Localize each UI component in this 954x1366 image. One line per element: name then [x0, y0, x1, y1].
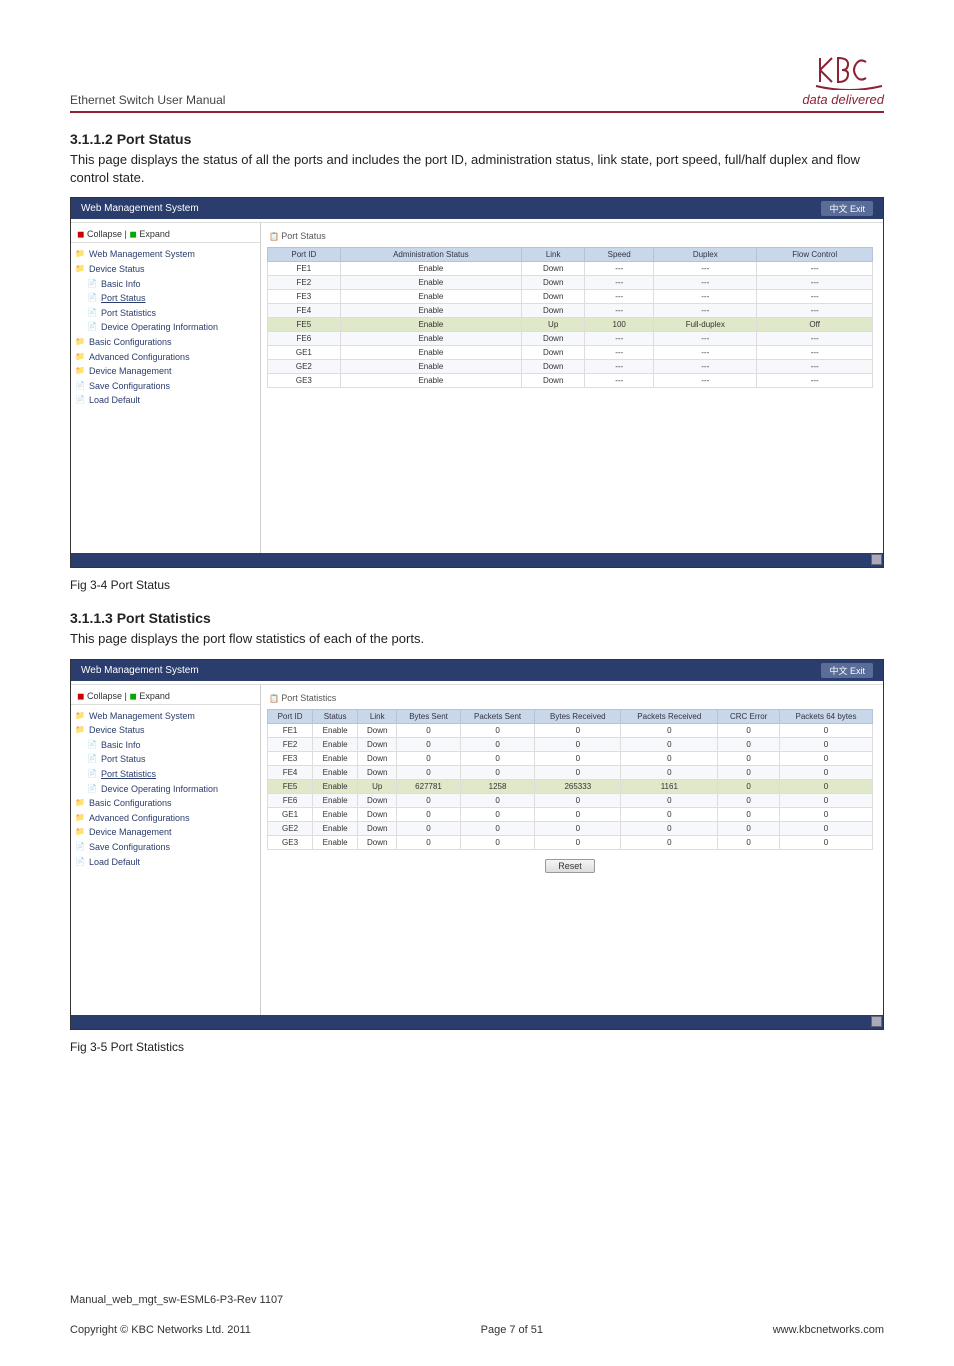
tree-basic-conf[interactable]: Basic Configurations: [75, 796, 256, 811]
collapse-expand-bar[interactable]: ◼ Collapse | ◼ Expand: [71, 227, 260, 243]
tree-save-conf[interactable]: Save Configurations: [75, 840, 256, 855]
tree-port-statistics[interactable]: Port Statistics: [75, 306, 256, 321]
table-row: FE3EnableDown000000: [268, 751, 873, 765]
table-row: FE1EnableDown000000: [268, 723, 873, 737]
port-statistics-table: Port IDStatusLinkBytes SentPackets SentB…: [267, 709, 873, 850]
logo-tagline: data delivered: [802, 92, 884, 107]
table-row: GE2EnableDown000000: [268, 821, 873, 835]
table-header: Speed: [585, 248, 654, 262]
tree-save-conf[interactable]: Save Configurations: [75, 379, 256, 394]
table-header: Flow Control: [757, 248, 873, 262]
tree-device-mgmt[interactable]: Device Management: [75, 364, 256, 379]
table-row: GE3EnableDown000000: [268, 835, 873, 849]
app-title: Web Management System: [81, 203, 199, 214]
table-row: FE6EnableDown000000: [268, 793, 873, 807]
table-header: Administration Status: [340, 248, 521, 262]
table-header: Link: [522, 248, 585, 262]
panel-title: Port Status: [267, 229, 873, 247]
fig-caption-2: Fig 3-5 Port Statistics: [70, 1040, 884, 1054]
sidebar: ◼ Collapse | ◼ Expand Web Management Sys…: [71, 223, 261, 553]
screenshot-port-status: Web Management System 中文 Exit ◼ Collapse…: [70, 197, 884, 568]
tree-device-mgmt[interactable]: Device Management: [75, 825, 256, 840]
table-row: FE4EnableDown000000: [268, 765, 873, 779]
page-footer: Manual_web_mgt_sw-ESML6-P3-Rev 1107 Copy…: [70, 1294, 884, 1336]
section-text-port-status: This page displays the status of all the…: [70, 151, 884, 187]
collapse-expand-bar[interactable]: ◼ Collapse | ◼ Expand: [71, 689, 260, 705]
tree-adv-conf[interactable]: Advanced Configurations: [75, 350, 256, 365]
table-header: Port ID: [268, 709, 313, 723]
table-header: Link: [358, 709, 397, 723]
table-row: FE5EnableUp6277811258265333116100: [268, 779, 873, 793]
exit-button[interactable]: 中文 Exit: [821, 663, 873, 678]
reset-button[interactable]: Reset: [545, 859, 595, 873]
screenshot-footer-bar: [71, 1015, 883, 1029]
tree-basic-info[interactable]: Basic Info: [75, 738, 256, 753]
table-header: Port ID: [268, 248, 341, 262]
tree-root[interactable]: Web Management System: [75, 709, 256, 724]
table-row: FE1EnableDown---------: [268, 262, 873, 276]
tree-port-status[interactable]: Port Status: [75, 291, 256, 306]
footer-page-number: Page 7 of 51: [481, 1324, 543, 1336]
manual-title: Ethernet Switch User Manual: [70, 93, 225, 107]
app-title: Web Management System: [81, 665, 199, 676]
table-header: CRC Error: [718, 709, 780, 723]
table-row: FE5EnableUp100Full-duplexOff: [268, 318, 873, 332]
tree-device-op-info[interactable]: Device Operating Information: [75, 320, 256, 335]
table-header: Duplex: [654, 248, 757, 262]
footer-manual-ref: Manual_web_mgt_sw-ESML6-P3-Rev 1107: [70, 1294, 884, 1306]
screenshot-footer-bar: [71, 553, 883, 567]
scroll-down-icon[interactable]: [871, 554, 882, 565]
tree-basic-conf[interactable]: Basic Configurations: [75, 335, 256, 350]
sidebar: ◼ Collapse | ◼ Expand Web Management Sys…: [71, 685, 261, 1015]
section-heading-port-statistics: 3.1.1.3 Port Statistics: [70, 610, 884, 626]
port-status-table: Port IDAdministration StatusLinkSpeedDup…: [267, 247, 873, 388]
section-text-port-statistics: This page displays the port flow statist…: [70, 630, 884, 648]
table-row: FE6EnableDown---------: [268, 332, 873, 346]
table-row: FE2EnableDown000000: [268, 737, 873, 751]
table-header: Packets Received: [621, 709, 718, 723]
table-row: GE3EnableDown---------: [268, 374, 873, 388]
footer-url: www.kbcnetworks.com: [773, 1324, 884, 1336]
table-header: Status: [313, 709, 358, 723]
table-row: FE3EnableDown---------: [268, 290, 873, 304]
section-heading-port-status: 3.1.1.2 Port Status: [70, 131, 884, 147]
screenshot-port-statistics: Web Management System 中文 Exit ◼ Collapse…: [70, 659, 884, 1030]
kbc-logo-icon: [814, 50, 884, 90]
table-header: Bytes Received: [535, 709, 621, 723]
table-header: Bytes Sent: [397, 709, 460, 723]
fig-caption-1: Fig 3-4 Port Status: [70, 578, 884, 592]
tree-load-default[interactable]: Load Default: [75, 393, 256, 408]
table-row: GE1EnableDown000000: [268, 807, 873, 821]
panel-title: Port Statistics: [267, 691, 873, 709]
tree-device-status[interactable]: Device Status: [75, 262, 256, 277]
table-header: Packets Sent: [460, 709, 535, 723]
footer-copyright: Copyright © KBC Networks Ltd. 2011: [70, 1324, 251, 1336]
tree-device-status[interactable]: Device Status: [75, 723, 256, 738]
page-header: Ethernet Switch User Manual data deliver…: [70, 50, 884, 113]
exit-button[interactable]: 中文 Exit: [821, 201, 873, 216]
tree-basic-info[interactable]: Basic Info: [75, 277, 256, 292]
tree-load-default[interactable]: Load Default: [75, 855, 256, 870]
table-row: GE2EnableDown---------: [268, 360, 873, 374]
tree-device-op-info[interactable]: Device Operating Information: [75, 782, 256, 797]
table-row: FE2EnableDown---------: [268, 276, 873, 290]
table-header: Packets 64 bytes: [779, 709, 872, 723]
table-row: GE1EnableDown---------: [268, 346, 873, 360]
scroll-down-icon[interactable]: [871, 1016, 882, 1027]
logo-block: data delivered: [802, 50, 884, 107]
tree-port-statistics[interactable]: Port Statistics: [75, 767, 256, 782]
tree-adv-conf[interactable]: Advanced Configurations: [75, 811, 256, 826]
tree-root[interactable]: Web Management System: [75, 247, 256, 262]
tree-port-status[interactable]: Port Status: [75, 752, 256, 767]
table-row: FE4EnableDown---------: [268, 304, 873, 318]
